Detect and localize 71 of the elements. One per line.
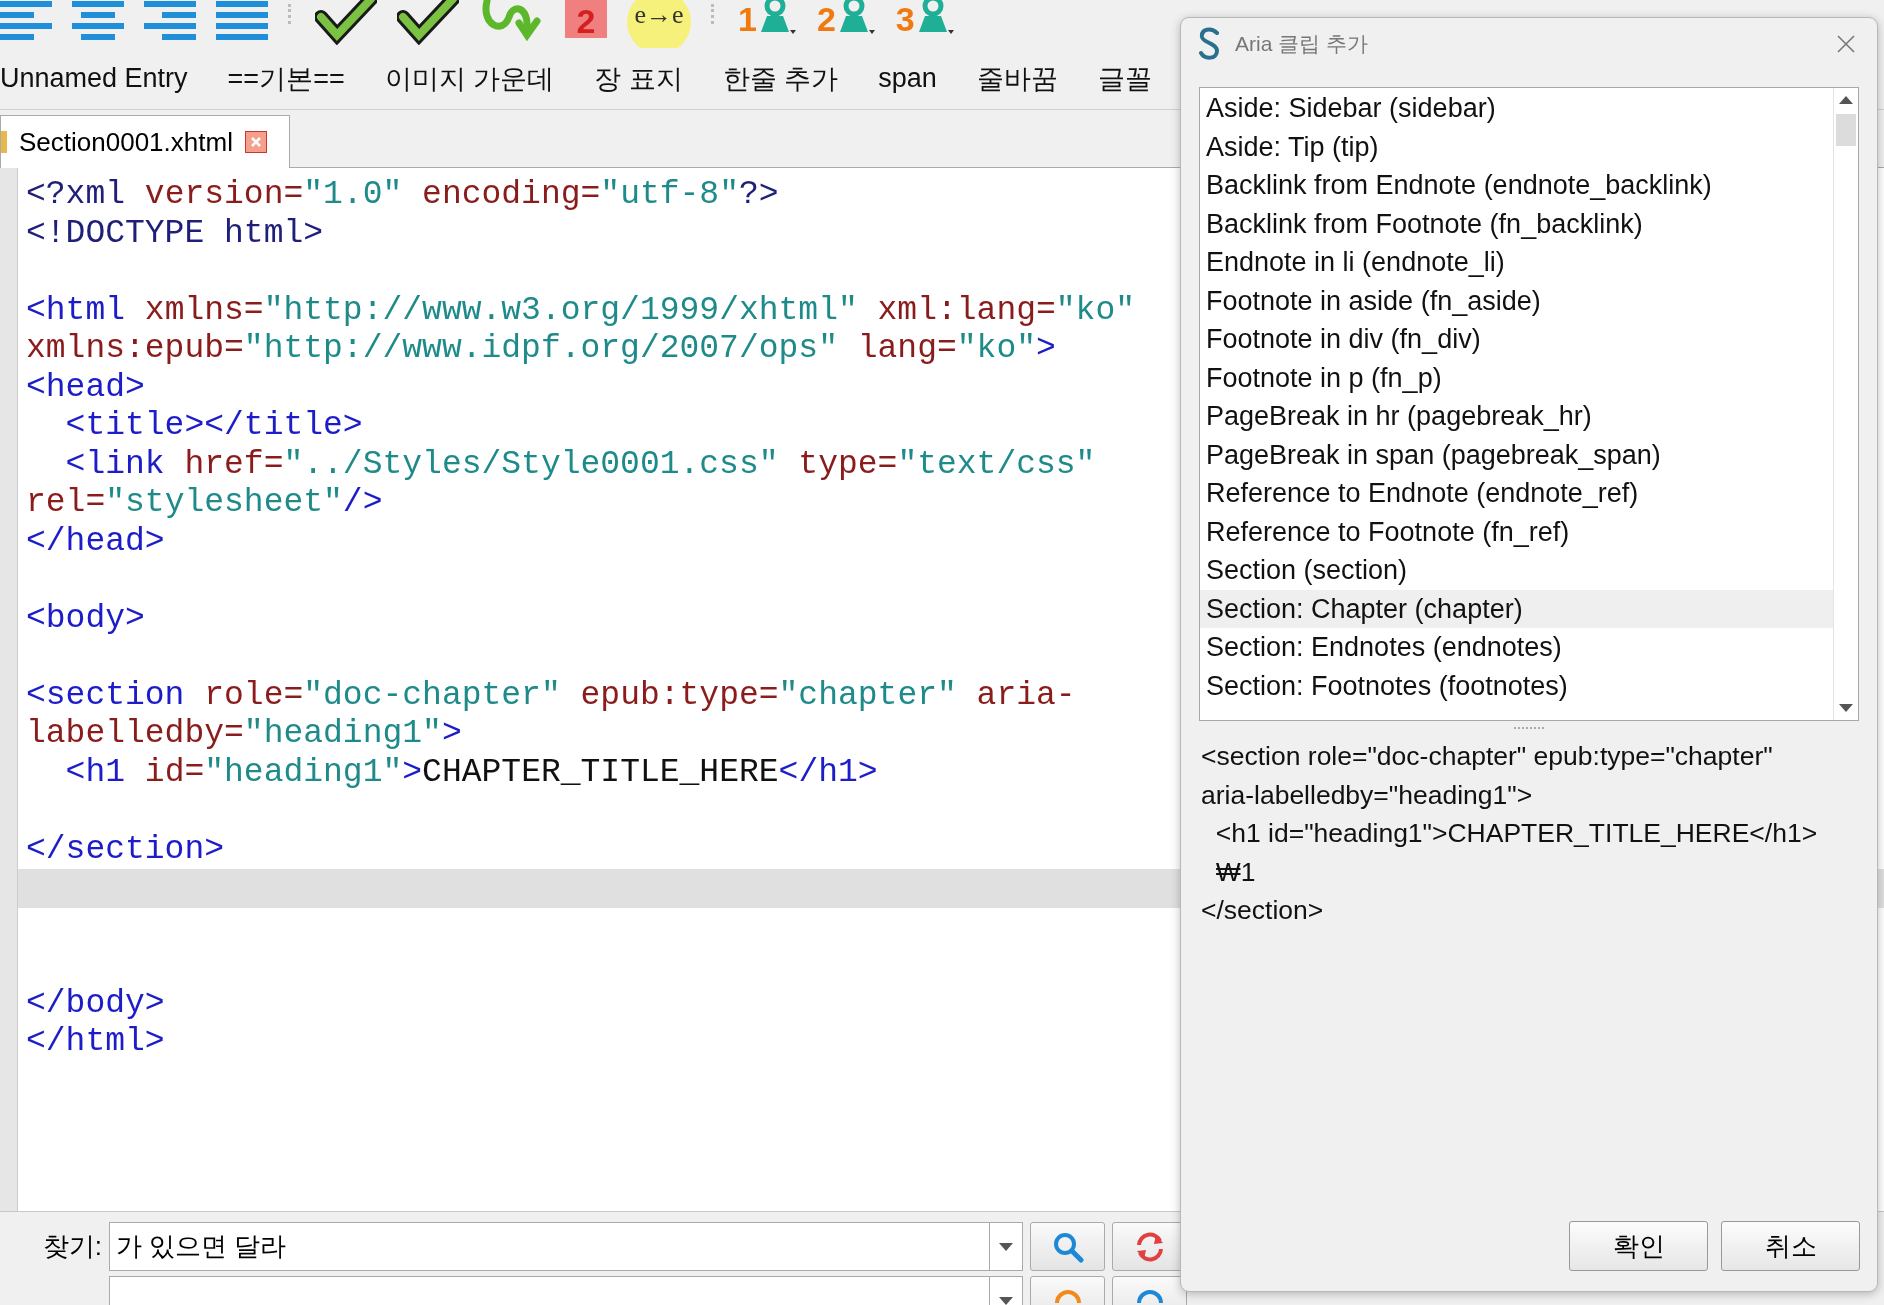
code-line: </html>: [26, 1023, 165, 1062]
scroll-down-icon: [1839, 704, 1853, 712]
code-line: <!DOCTYPE html>: [26, 214, 324, 253]
clip-entry[interactable]: 한줄 추가: [722, 60, 839, 97]
splitter-handle[interactable]: [1514, 726, 1544, 732]
list-item[interactable]: Section: Footnotes (footnotes): [1200, 666, 1833, 705]
list-item[interactable]: Aside: Tip (tip): [1200, 127, 1833, 166]
scrollbar[interactable]: [1833, 88, 1858, 720]
align-icon: [0, 0, 52, 41]
list-item[interactable]: Backlink from Footnote (fn_backlink): [1200, 204, 1833, 243]
code-line: labelledby="heading1">: [26, 715, 462, 754]
list-item[interactable]: Section (section): [1200, 551, 1833, 590]
list-item[interactable]: Footnote in div (fn_div): [1200, 320, 1833, 359]
list-item[interactable]: Reference to Footnote (fn_ref): [1200, 512, 1833, 551]
list-item[interactable]: Aside: Sidebar (sidebar): [1200, 89, 1833, 128]
code-line: <body>: [26, 599, 145, 638]
formula-button[interactable]: e→e: [627, 0, 691, 48]
list-item[interactable]: Backlink from Endnote (endnote_backlink): [1200, 166, 1833, 205]
code-line: xmlns:epub="http://www.idpf.org/2007/ops" lang="ko">: [26, 330, 1056, 369]
code-line: </body>: [26, 984, 165, 1023]
list-item[interactable]: Reference to Endnote (endnote_ref): [1200, 474, 1833, 513]
search-icon: [1051, 1230, 1084, 1263]
dialog-button[interactable]: 확인: [1569, 1221, 1708, 1271]
code-line: <link href="../Styles/Style0001.css" type="text/css": [64, 445, 1096, 484]
clip-entry[interactable]: 글꼴: [1097, 60, 1152, 97]
clip-entry[interactable]: 이미지 가운데: [384, 60, 555, 97]
clip-entry[interactable]: Unnamed Entry: [0, 63, 188, 94]
clip-entry[interactable]: ==기본==: [227, 60, 345, 97]
find-field[interactable]: 가 있으면 달라: [109, 1222, 989, 1271]
file-tab[interactable]: Section0001.xhtml: [0, 115, 290, 168]
close-icon[interactable]: [244, 131, 267, 153]
list-item[interactable]: PageBreak in hr (pagebreak_hr): [1200, 397, 1833, 436]
code-line: <html xmlns="http://www.w3.org/1999/xhtml" xml:lang="ko": [26, 291, 1136, 330]
code-line: </head>: [26, 522, 165, 561]
clip-entry[interactable]: span: [878, 63, 937, 94]
dropdown-button[interactable]: [989, 1222, 1023, 1271]
preview-line: ₩1: [1214, 855, 1257, 889]
list-item[interactable]: Endnote in li (endnote_li): [1200, 243, 1833, 282]
code-line: </section>: [26, 830, 225, 869]
find-label: 찾기:: [41, 1230, 102, 1263]
close-icon: [1837, 35, 1855, 53]
code-line: rel="stylesheet"/>: [26, 484, 383, 523]
checkmark-icon[interactable]: [397, 0, 459, 45]
preview-line: </section>: [1201, 894, 1325, 927]
dialog-button[interactable]: 취소: [1721, 1221, 1860, 1271]
clip-entry[interactable]: 장 표지: [594, 60, 683, 97]
list-item[interactable]: Footnote in aside (fn_aside): [1200, 281, 1833, 320]
scroll-up-icon: [1839, 96, 1853, 104]
clip-entry[interactable]: 줄바꿈: [976, 60, 1058, 97]
code-line: <head>: [26, 368, 145, 407]
search-button[interactable]: [1030, 1222, 1105, 1271]
list-item[interactable]: Section: Chapter (chapter): [1200, 589, 1833, 628]
code-line: <section role="doc-chapter" epub:type="chapter" aria-: [26, 676, 1076, 715]
list-item[interactable]: PageBreak in span (pagebreak_span): [1200, 435, 1833, 474]
checkmark-icon[interactable]: [315, 0, 377, 45]
list-item[interactable]: Section: Endnotes (endnotes): [1200, 628, 1833, 667]
preview-line: <h1 id="heading1">CHAPTER_TITLE_HERE</h1>: [1214, 817, 1819, 850]
code-line: <?xml version="1.0" encoding="utf-8"?>: [26, 176, 779, 215]
dropdown-icon: [999, 1242, 1013, 1251]
preview-line: <section role="doc-chapter" epub:type="chapter": [1201, 740, 1774, 773]
align-icon: [216, 0, 268, 41]
list-item[interactable]: Footnote in p (fn_p): [1200, 358, 1833, 397]
dialog-title: Aria 클립 추가: [1235, 31, 1369, 57]
preview-line: aria-labelledby="heading1">: [1201, 778, 1534, 812]
align-icon: [72, 0, 124, 41]
align-icon: [144, 0, 196, 41]
scrollbar-thumb[interactable]: [1836, 114, 1856, 146]
dropdown-icon: [999, 1296, 1013, 1305]
code-line: <title></title>: [64, 407, 363, 446]
file-icon: [1, 131, 7, 153]
code-line: <h1 id="heading1">CHAPTER_TITLE_HERE</h1>: [64, 753, 878, 792]
